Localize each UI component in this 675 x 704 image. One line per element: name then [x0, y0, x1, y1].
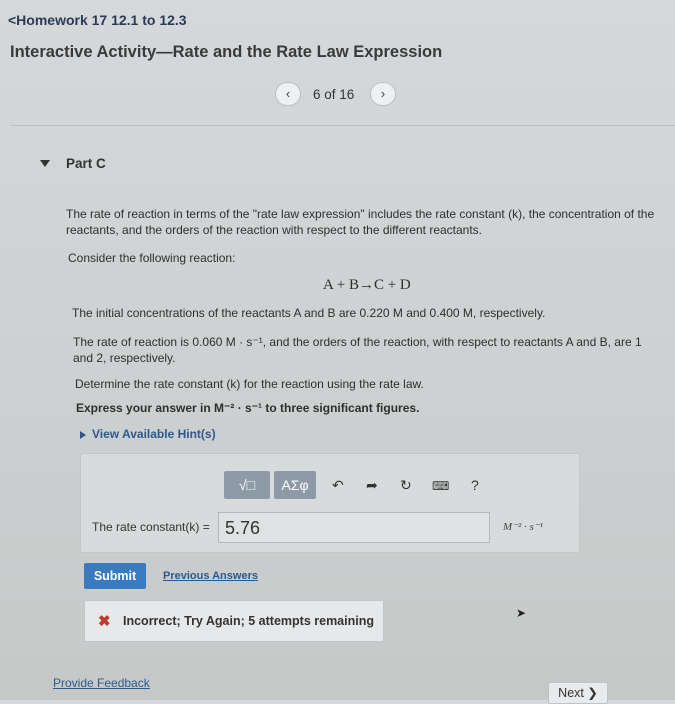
determine-text: Determine the rate constant (k) for the …: [75, 377, 424, 391]
feedback-message: Incorrect; Try Again; 5 attempts remaini…: [123, 614, 374, 628]
intro-line-2: reactants, and the orders of the reactio…: [66, 223, 483, 237]
rate-text: The rate of reaction is 0.060 M · s⁻¹, a…: [73, 334, 673, 366]
header-divider: [10, 125, 675, 126]
x-icon: ✖: [98, 613, 111, 630]
concentrations-text: The initial concentrations of the reacta…: [72, 306, 546, 320]
reaction-equation: A + B→C + D: [323, 277, 411, 293]
reset-icon[interactable]: ↻: [400, 477, 412, 494]
page-title: Interactive Activity—Rate and the Rate L…: [10, 43, 443, 61]
undo-icon[interactable]: ↶: [332, 477, 344, 494]
back-to-assignment-link[interactable]: <Homework 17 12.1 to 12.3: [8, 12, 187, 28]
redo-icon[interactable]: ➦: [366, 477, 378, 494]
chevron-right-icon: ›: [380, 86, 386, 101]
intro-line-1: The rate of reaction in terms of the "ra…: [66, 207, 655, 221]
rate-line-1: The rate of reaction is 0.060 M · s⁻¹, a…: [73, 335, 642, 349]
intro-text: The rate of reaction in terms of the "ra…: [66, 206, 672, 238]
previous-answers-link[interactable]: Previous Answers: [163, 570, 258, 582]
chevron-left-icon: ‹: [285, 86, 291, 101]
rate-line-2: and 2, respectively.: [73, 351, 176, 365]
next-item-button[interactable]: ›: [370, 82, 396, 106]
help-icon[interactable]: ?: [471, 477, 479, 493]
collapse-caret-icon[interactable]: [40, 160, 50, 167]
answer-label: The rate constant(k) =: [92, 520, 210, 534]
answer-unit: M⁻² · s⁻¹: [503, 521, 543, 533]
submit-button[interactable]: Submit: [84, 563, 146, 589]
symbols-button[interactable]: ΑΣφ: [274, 471, 316, 499]
provide-feedback-link[interactable]: Provide Feedback: [53, 676, 150, 690]
templates-button[interactable]: √□: [224, 471, 270, 499]
hint-expand-icon[interactable]: [80, 431, 86, 439]
mouse-cursor-icon: ➤: [516, 606, 527, 620]
express-instruction: Express your answer in M⁻² · s⁻¹ to thre…: [76, 401, 420, 415]
next-button[interactable]: Next ❯: [548, 682, 608, 704]
keyboard-icon[interactable]: ⌨: [432, 479, 449, 493]
item-counter: 6 of 16: [313, 87, 355, 102]
consider-text: Consider the following reaction:: [68, 251, 236, 265]
previous-item-button[interactable]: ‹: [275, 82, 301, 106]
part-label[interactable]: Part C: [66, 156, 106, 171]
view-hints-link[interactable]: View Available Hint(s): [92, 427, 216, 441]
answer-input[interactable]: 5.76: [218, 512, 490, 543]
